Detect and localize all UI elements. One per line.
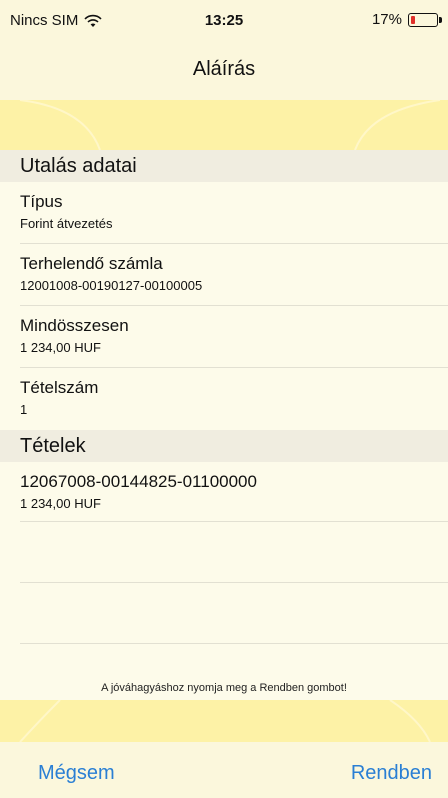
ok-button[interactable]: Rendben — [351, 762, 432, 785]
battery-percent: 17% — [371, 11, 402, 28]
row-label: Mindösszesen — [20, 316, 129, 335]
app-screen: Nincs SIM 13:25 17% Aláírás Utalás adata… — [0, 0, 448, 798]
item-row[interactable]: 12067008-00144825-01100000 1 234,00 HUF — [20, 462, 448, 522]
detail-row-type: Típus Forint átvezetés — [20, 182, 448, 244]
top-bar: Nincs SIM 13:25 17% Aláírás — [0, 0, 448, 100]
bottom-toolbar: Mégsem Rendben — [0, 742, 448, 798]
detail-row-item-count: Tételszám 1 — [20, 368, 448, 430]
detail-row-debit-account: Terhelendő számla 12001008-00190127-0010… — [20, 244, 448, 306]
section-header-items: Tételek — [0, 430, 448, 462]
row-label: Típus — [20, 192, 63, 211]
battery-level — [411, 15, 415, 24]
row-value: Forint átvezetés — [20, 216, 113, 231]
battery-icon — [408, 12, 438, 27]
status-bar: Nincs SIM 13:25 17% — [0, 0, 448, 40]
item-account: 12067008-00144825-01100000 — [20, 472, 257, 491]
band-curves — [19, 700, 431, 742]
detail-row-total: Mindösszesen 1 234,00 HUF — [20, 306, 448, 368]
confirmation-hint: A jóváhagyáshoz nyomja meg a Rendben gom… — [101, 682, 347, 694]
decorative-band-top — [0, 100, 448, 150]
section-header-transfer: Utalás adatai — [0, 150, 448, 182]
band-curves — [19, 100, 441, 150]
item-amount: 1 234,00 HUF — [20, 496, 101, 511]
row-value: 1 234,00 HUF — [20, 340, 101, 355]
row-value: 1 — [20, 402, 28, 417]
empty-list-row — [20, 583, 448, 644]
empty-list-row — [20, 522, 448, 583]
decorative-band-bottom — [0, 700, 448, 742]
cancel-button[interactable]: Mégsem — [38, 762, 115, 785]
battery-tip — [439, 16, 442, 23]
row-label: Terhelendő számla — [20, 254, 163, 273]
battery-group: 17% — [372, 11, 442, 28]
row-value: 12001008-00190127-00100005 — [20, 278, 203, 293]
row-label: Tételszám — [20, 378, 99, 397]
page-title: Aláírás — [192, 58, 256, 80]
